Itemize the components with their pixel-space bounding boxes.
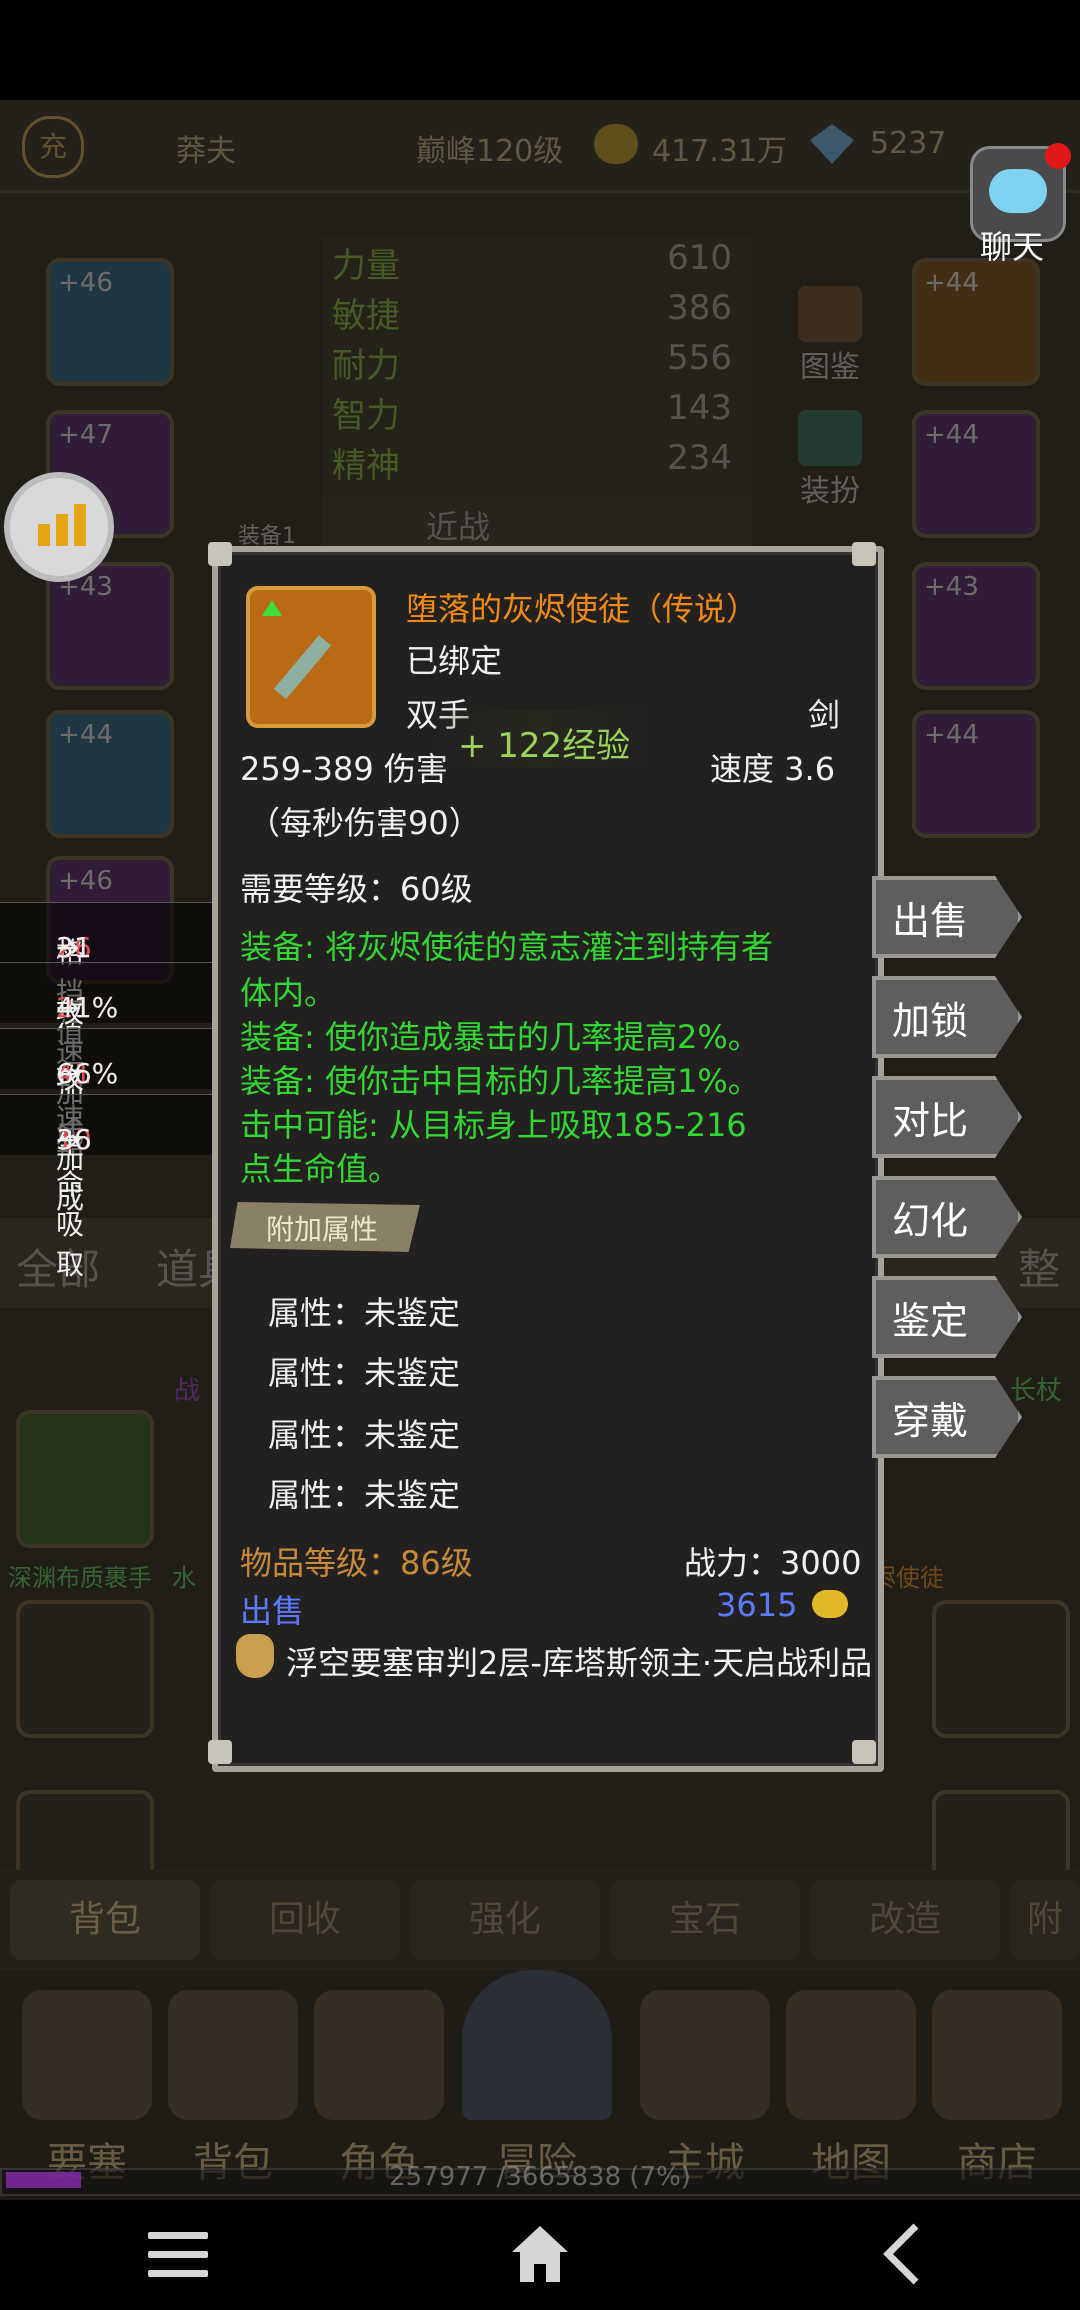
gold-coin-icon [812, 1590, 848, 1618]
back-icon[interactable] [880, 2222, 924, 2286]
stat-row: 精神 234 [332, 438, 732, 486]
bag-item[interactable] [16, 1410, 154, 1548]
gold-amount: 417.31万 [652, 134, 787, 169]
identify-button[interactable]: 鉴定 [872, 1276, 1022, 1358]
item-required-level: 需要等级：60级 [240, 870, 473, 908]
screen-record-button[interactable] [4, 472, 114, 582]
codex-label: 图鉴 [800, 350, 860, 385]
equip-slot-weapon[interactable]: +44 [912, 258, 1040, 386]
codex-icon [798, 286, 862, 342]
item-bound: 已绑定 [406, 642, 503, 680]
popup-corner [208, 542, 232, 566]
item-damage: 259-389 伤害 [240, 750, 448, 788]
upgrade-arrow-icon [262, 600, 282, 616]
home-icon[interactable] [508, 2222, 572, 2286]
map-icon[interactable] [786, 1990, 916, 2120]
item-power: 战力：3000 [684, 1544, 862, 1582]
attribute-row: 属性：未鉴定 [268, 1476, 461, 1514]
stat-row: 耐力 556 [332, 338, 732, 386]
stat-row: 敏捷 386 [332, 288, 732, 336]
tab-modify[interactable]: 改造 [810, 1880, 1000, 1960]
combat-type-bar: 近战 [322, 496, 752, 548]
item-name: 堕落的灰烬使徒（传说） [406, 590, 759, 628]
tab-gem[interactable]: 宝石 [610, 1880, 800, 1960]
outfit-icon [798, 410, 862, 466]
chat-label: 聊天 [980, 228, 1045, 266]
item-dps: （每秒伤害90） [248, 804, 481, 842]
gem-amount: 5237 [870, 126, 947, 161]
bag-slot-empty[interactable] [932, 1600, 1070, 1738]
tab-more[interactable]: 附 [1010, 1880, 1080, 1960]
menu-icon[interactable] [148, 2232, 208, 2278]
item-effect-line: 装备: 使你击中目标的几率提高1%。 [240, 1062, 760, 1100]
player-level: 巅峰120级 [416, 134, 564, 169]
tab-bag[interactable]: 背包 [10, 1880, 200, 1960]
player-name: 莽夫 [176, 134, 236, 169]
equip-slot-legs[interactable]: +44 [912, 710, 1040, 838]
bag-item-label: 水 [172, 1564, 196, 1592]
tidy-button[interactable]: 整 [1018, 1236, 1060, 1297]
transmog-button[interactable]: 幻化 [872, 1176, 1022, 1258]
sell-button[interactable]: 出售 [872, 876, 1022, 958]
tab-recycle[interactable]: 回收 [210, 1880, 400, 1960]
chat-bubble-icon [989, 169, 1047, 213]
loot-bag-icon [236, 1634, 274, 1678]
sword-icon [273, 635, 332, 700]
item-effect-line: 击中可能: 从目标身上吸取185-216 [240, 1106, 747, 1144]
exp-gain-toast: + 122经验 [430, 710, 650, 768]
outfit-label: 装扮 [800, 474, 860, 509]
outfit-button[interactable]: 装扮 [790, 410, 870, 510]
popup-corner [208, 1740, 232, 1764]
stat-row: 力量 610 [332, 238, 732, 286]
lock-button[interactable]: 加锁 [872, 976, 1022, 1058]
item-icon [246, 586, 376, 728]
extra-attributes-header: 附加属性 [230, 1202, 420, 1252]
popup-corner [852, 542, 876, 566]
gem-icon [810, 124, 854, 164]
adventure-portal-icon[interactable] [462, 1970, 612, 2120]
equip-slot-ring[interactable]: +43 [912, 562, 1040, 690]
item-speed: 速度 3.6 [710, 750, 836, 788]
compare-button[interactable]: 对比 [872, 1076, 1022, 1158]
bag-item-label: 深渊布质裹手 [8, 1564, 152, 1592]
exp-text: 257977 /3665838 (7%) [389, 2162, 691, 2192]
attribute-row: 属性：未鉴定 [268, 1354, 461, 1392]
equip-slot-feet[interactable]: +44 [912, 410, 1040, 538]
bag-slot-empty[interactable] [16, 1600, 154, 1738]
gold-icon [594, 124, 638, 164]
equip-slot-head[interactable]: +46 [46, 258, 174, 386]
popup-corner [852, 1740, 876, 1764]
bars-icon-mid [56, 514, 68, 546]
equip-button[interactable]: 穿戴 [872, 1376, 1022, 1458]
attribute-row: 属性：未鉴定 [268, 1416, 461, 1454]
item-effect-line: 装备: 将灰烬使徒的意志灌注到持有者 [240, 928, 773, 966]
item-effect-line: 体内。 [240, 974, 337, 1012]
bars-icon-tall [74, 504, 86, 546]
shop-icon[interactable] [932, 1990, 1062, 2120]
fortress-icon[interactable] [22, 1990, 152, 2120]
character-icon[interactable] [314, 1990, 444, 2120]
bag-tab-bar: 背包 回收 强化 宝石 改造 附 [0, 1870, 1080, 1970]
tab-enhance[interactable]: 强化 [410, 1880, 600, 1960]
equip-slot-chest[interactable]: +44 [46, 710, 174, 838]
item-source: 浮空要塞审判2层-库塔斯领主·天启战利品 [286, 1644, 873, 1682]
attribute-row: 属性：未鉴定 [268, 1294, 461, 1332]
bag-item-label: 战 [174, 1376, 201, 1406]
bars-icon [38, 524, 50, 546]
top-bar: 充 莽夫 巅峰120级 417.31万 5237 [0, 100, 1080, 193]
recharge-icon[interactable]: 充 [22, 116, 84, 178]
backpack-icon[interactable] [168, 1990, 298, 2120]
notification-dot [1045, 143, 1071, 169]
codex-button[interactable]: 图鉴 [790, 286, 870, 386]
stat-row: 智力 143 [332, 388, 732, 436]
item-level: 物品等级：86级 [240, 1544, 473, 1582]
item-effect-line: 装备: 使你造成暴击的几率提高2%。 [240, 1018, 760, 1056]
sell-price: 3615 [716, 1586, 798, 1624]
main-city-icon[interactable] [640, 1990, 770, 2120]
item-effect-line: 点生命值。 [240, 1150, 401, 1188]
combat-type-label: 近战 [426, 508, 491, 546]
item-weapon-type: 剑 [808, 696, 841, 734]
sell-label: 出售 [240, 1592, 305, 1630]
exp-gain-text: + 122经验 [458, 726, 631, 766]
